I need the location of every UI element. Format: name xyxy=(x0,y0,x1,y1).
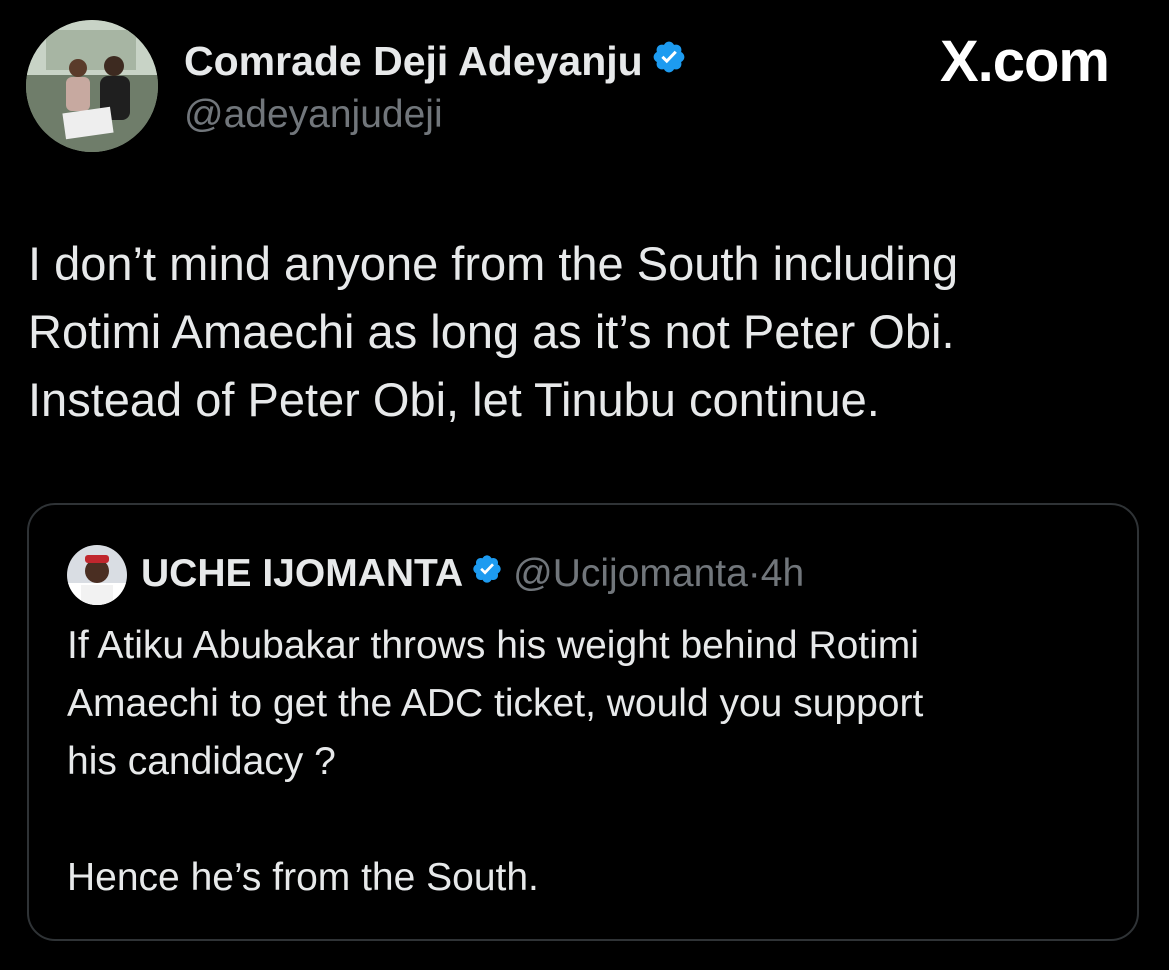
tweet-text-line: I don’t mind anyone from the South inclu… xyxy=(28,237,959,290)
quoted-tweet-header: UCHE IJOMANTA @Ucijomanta·4h xyxy=(141,549,804,601)
quoted-tweet-text: If Atiku Abubakar throws his weight behi… xyxy=(67,617,1107,907)
verified-badge-icon xyxy=(651,36,687,86)
quoted-text-line: If Atiku Abubakar throws his weight behi… xyxy=(67,624,919,667)
tweet-text-line: Instead of Peter Obi, let Tinubu continu… xyxy=(28,373,880,426)
quoted-author-handle[interactable]: @Ucijomanta xyxy=(513,552,748,595)
verified-badge-icon xyxy=(471,548,503,598)
quoted-text-line: his candidacy ? xyxy=(67,740,336,783)
quoted-author-avatar[interactable] xyxy=(67,545,127,605)
quoted-tweet-timestamp[interactable]: 4h xyxy=(761,552,804,595)
author-avatar[interactable] xyxy=(26,20,158,152)
separator-dot: · xyxy=(747,552,761,595)
quoted-text-line: Hence he’s from the South. xyxy=(67,856,539,899)
author-handle[interactable]: @adeyanjudeji xyxy=(184,92,443,138)
tweet-text: I don’t mind anyone from the South inclu… xyxy=(28,230,1138,434)
x-com-logo: X.com xyxy=(939,29,1110,94)
author-name-row[interactable]: Comrade Deji Adeyanju xyxy=(184,36,687,89)
author-name[interactable]: Comrade Deji Adeyanju xyxy=(184,38,643,84)
author-avatar-image xyxy=(26,20,158,152)
tweet-text-line: Rotimi Amaechi as long as it’s not Peter… xyxy=(28,305,955,358)
quoted-author-avatar-image xyxy=(67,545,127,605)
quoted-author-name[interactable]: UCHE IJOMANTA xyxy=(141,552,463,595)
quoted-text-line: Amaechi to get the ADC ticket, would you… xyxy=(67,682,924,725)
quoted-tweet-card[interactable]: UCHE IJOMANTA @Ucijomanta·4h If Atiku Abu… xyxy=(27,503,1139,941)
